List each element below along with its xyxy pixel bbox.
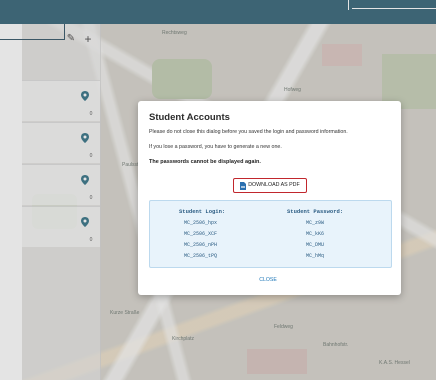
student-password-value: MC_DMU [306,242,325,248]
dialog-title: Student Accounts [149,112,230,123]
download-pdf-button[interactable]: DOWNLOAD AS PDF [233,178,307,193]
student-password-header: Student Password: [287,208,344,215]
student-accounts-dialog: Student Accounts Please do not close thi… [138,101,401,295]
credentials-box: Student Login: Student Password: MC_2506… [149,200,392,268]
student-login-header: Student Login: [179,208,226,215]
student-login-value: MC_2506_nPH [184,242,218,248]
password-warning: The passwords cannot be displayed again. [149,159,261,165]
close-button[interactable]: CLOSE [254,275,282,285]
student-login-value: MC_2506_tPQ [184,253,218,259]
student-password-value: MC_z9W [306,220,325,226]
dialog-message: If you lose a password, you have to gene… [149,144,282,150]
student-password-value: MC_hMq [306,253,325,259]
pdf-file-icon [240,181,247,190]
download-pdf-label: DOWNLOAD AS PDF [248,182,300,188]
student-login-value: MC_2506_hpx [184,220,218,226]
dialog-message: Please do not close this dialog before y… [149,129,348,135]
student-password-value: MC_kK6 [306,231,325,237]
student-login-value: MC_2506_XCF [184,231,218,237]
